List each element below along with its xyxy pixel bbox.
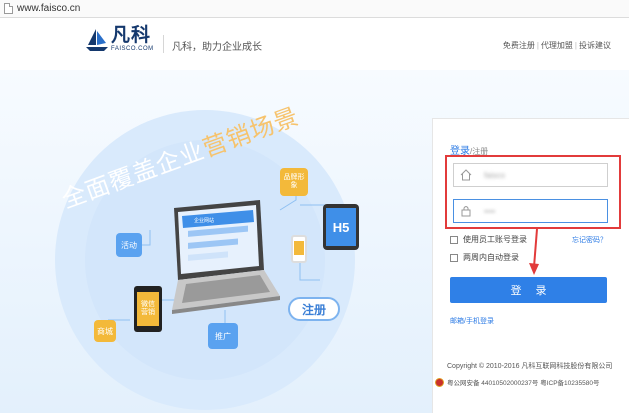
tag-register: 注册	[288, 297, 340, 321]
link-feedback[interactable]: 投诉建议	[579, 41, 611, 50]
url-text[interactable]: www.faisco.cn	[17, 3, 80, 14]
laptop-screen-label: 企业网站	[194, 217, 214, 224]
tag-mall: 商城	[94, 320, 116, 342]
link-free-register[interactable]: 免费注册	[503, 41, 535, 50]
tag-activity: 活动	[116, 233, 142, 257]
address-bar[interactable]: www.faisco.cn	[0, 0, 629, 18]
logo-divider	[163, 35, 164, 53]
laptop-illustration: 企业网站	[172, 200, 280, 314]
email-phone-login-link[interactable]: 邮箱/手机登录	[450, 316, 494, 326]
username-value: faisco	[484, 170, 505, 180]
lock-icon	[461, 206, 471, 217]
sail-logo-icon	[86, 29, 108, 51]
red-arrow-annotation	[529, 229, 539, 275]
logo-sub: FAISCO.COM	[111, 46, 154, 52]
password-value: ••••	[484, 206, 496, 216]
icp-record: 粤公网安备 44010502000237号 粤ICP备10235580号	[435, 377, 599, 387]
link-agent-join[interactable]: 代理加盟	[541, 41, 573, 50]
auto-login-option[interactable]: 两周内自动登录	[450, 252, 519, 263]
tablet-device: H5	[323, 204, 359, 250]
copyright: Copyright © 2010-2016 凡科互联网科技股份有限公司	[447, 363, 613, 370]
tag-h5: H5	[326, 208, 356, 246]
staff-login-checkbox[interactable]	[450, 235, 458, 244]
logo-name: 凡科	[111, 25, 152, 46]
small-phone	[291, 235, 307, 263]
auto-login-checkbox[interactable]	[450, 253, 458, 262]
home-icon	[460, 169, 472, 181]
slogan: 凡科，助力企业成长	[172, 42, 262, 53]
forgot-password-link[interactable]: 忘记密码？	[572, 235, 607, 245]
password-field[interactable]: ••••	[453, 199, 608, 223]
staff-login-label: 使用员工账号登录	[463, 235, 527, 244]
tag-brand: 品牌形象	[280, 168, 308, 196]
login-panel: 登录/注册 faisco •••• 使用员工账号登录 忘记密码？ 两周内自动登录…	[432, 118, 629, 413]
hero-banner: 全面覆盖企业营销场景 活动 品牌形象 商城 推广 注册 微信营销 H5 企业网站…	[0, 70, 629, 413]
top-links: 免费注册 | 代理加盟 | 投诉建议	[502, 41, 611, 50]
auto-login-label: 两周内自动登录	[463, 253, 519, 262]
police-badge-icon	[435, 377, 444, 387]
tag-promote: 推广	[208, 323, 238, 349]
icp-text[interactable]: 粤公网安备 44010502000237号 粤ICP备10235580号	[447, 377, 599, 387]
site-header: 凡科 FAISCO.COM 凡科，助力企业成长 免费注册 | 代理加盟 | 投诉建议	[0, 18, 629, 70]
login-button[interactable]: 登录	[450, 277, 607, 303]
staff-login-option[interactable]: 使用员工账号登录	[450, 234, 527, 245]
logo[interactable]: 凡科 FAISCO.COM	[86, 26, 154, 52]
page-icon	[4, 3, 13, 14]
username-field[interactable]: faisco	[453, 163, 608, 187]
